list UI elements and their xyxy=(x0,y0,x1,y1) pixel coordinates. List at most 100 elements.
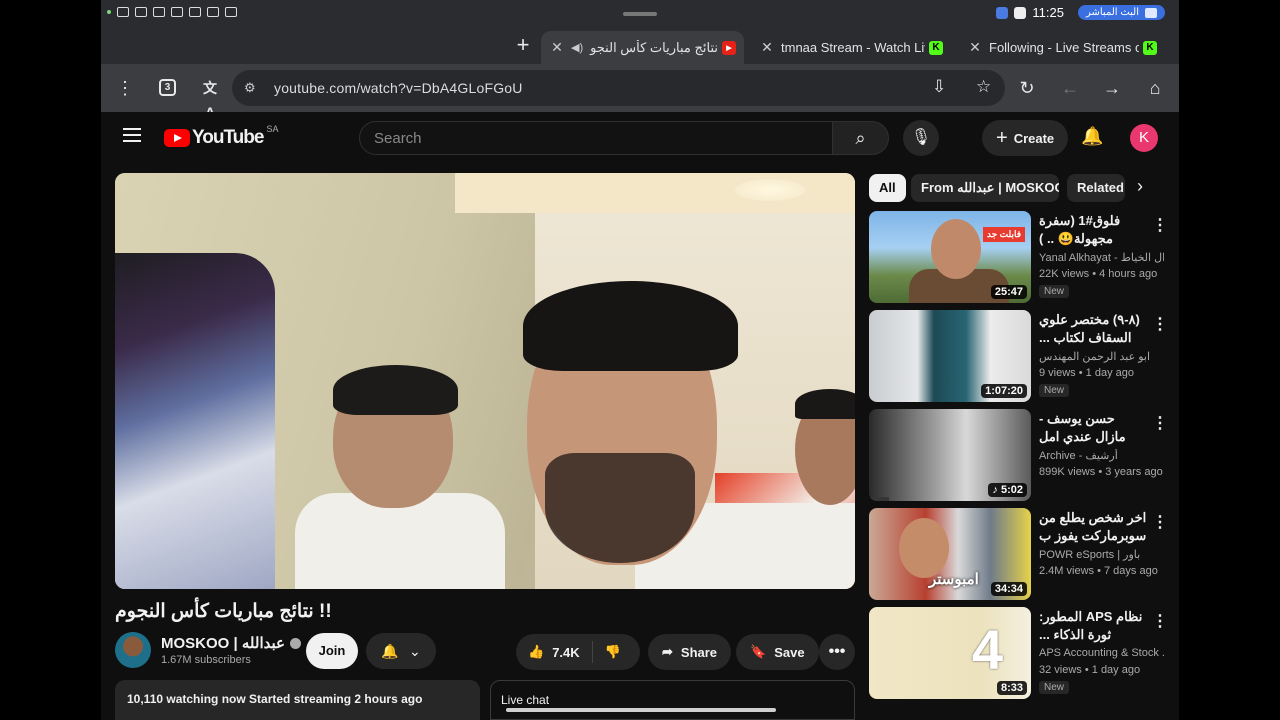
tab-tmnaa[interactable]: ✕ tmnaa Stream - Watch Live K xyxy=(751,31,951,64)
recommendation-title[interactable]: نظام APS المطور: ثورة الذكاء ... xyxy=(1039,608,1147,644)
recommendation-item[interactable]: 1:07:20 (٨-٩) مختصر علوي السقاف لكتاب ..… xyxy=(869,310,1169,402)
indicator-dot-icon xyxy=(107,10,111,14)
voice-search-button[interactable]: 🎙 xyxy=(903,120,939,156)
tab-switcher-button[interactable]: 3 xyxy=(156,76,180,100)
site-settings-icon[interactable]: ⚙ xyxy=(244,80,256,96)
live-broadcast-pill[interactable]: البث المباشر xyxy=(1077,5,1165,20)
back-arrow-icon[interactable]: ← xyxy=(1058,76,1082,100)
recommendation-title[interactable]: حسن يوسف - مازال عندي امل xyxy=(1039,410,1147,446)
chip-from-channel[interactable]: From عبدالله | MOSKOO xyxy=(911,174,1059,202)
close-tab-icon[interactable]: ✕ xyxy=(549,39,565,56)
more-vertical-icon[interactable]: ⋮ xyxy=(1152,611,1168,631)
speaker-icon[interactable]: ◀) xyxy=(571,41,583,54)
live-chat-label: Live chat xyxy=(501,693,550,707)
subscriber-count: 1.67M subscribers xyxy=(161,654,251,666)
address-bar[interactable]: ⚙ youtube.com/watch?v=DbA4GLoFGoU ⇩ ☆ xyxy=(232,70,1005,106)
duration-badge: 1:07:20 xyxy=(981,384,1027,398)
recommendation-meta: 9 views • 1 day ago xyxy=(1039,367,1134,379)
create-button[interactable]: + Create xyxy=(982,120,1069,156)
gesture-nav-handle[interactable] xyxy=(506,708,776,712)
tab-count: 3 xyxy=(159,79,176,96)
recommendation-channel[interactable]: Yanal Alkhayat - ال الخياط xyxy=(1039,251,1164,264)
translate-icon[interactable]: 文A xyxy=(198,76,222,120)
video-title: نتائج مباريات كأس النجوم !! xyxy=(115,601,332,622)
recommendation-title[interactable]: فلوق#1 (سفرة مجهولة😃 .. ) xyxy=(1039,212,1147,248)
search-button[interactable]: ⌕ xyxy=(833,121,889,155)
install-app-icon[interactable]: ⇩ xyxy=(932,77,946,97)
bookmark-icon: 🔖 xyxy=(750,644,767,659)
channel-name-row[interactable]: MOSKOO | عبدالله xyxy=(161,634,301,652)
watching-info: 10,110 watching now Started streaming 2 … xyxy=(127,692,423,706)
tab-following[interactable]: ✕ Following - Live Streams on K xyxy=(959,31,1165,64)
account-avatar[interactable]: K xyxy=(1130,124,1158,152)
share-button[interactable]: ➦ Share xyxy=(648,634,732,670)
url-text[interactable]: youtube.com/watch?v=DbA4GLoFGoU xyxy=(274,80,523,96)
reload-icon[interactable]: ↻ xyxy=(1015,76,1039,100)
more-vertical-icon[interactable]: ⋮ xyxy=(1152,314,1168,334)
chip-related[interactable]: Related xyxy=(1067,174,1125,202)
video-thumbnail[interactable]: فابلت جد 25:47 xyxy=(869,211,1031,303)
bell-icon: 🔔 xyxy=(381,642,399,659)
recommendation-item[interactable]: فابلت جد 25:47 فلوق#1 (سفرة مجهولة😃 .. ) … xyxy=(869,211,1169,303)
recommendation-item[interactable]: ♪ 5:02 حسن يوسف - مازال عندي امل Archive… xyxy=(869,409,1169,501)
recommendation-meta: 899K views • 3 years ago xyxy=(1039,466,1163,478)
kick-favicon-icon: K xyxy=(929,40,943,55)
recommendation-meta: 22K views • 4 hours ago xyxy=(1039,268,1158,280)
system-status-bar: 11:25 البث المباشر xyxy=(101,0,1179,28)
like-count: 7.4K xyxy=(552,644,580,660)
notifications-bell-icon[interactable]: 🔔 xyxy=(1081,126,1103,147)
duration-badge: 8:33 xyxy=(996,681,1027,695)
channel-name[interactable]: MOSKOO | عبدالله xyxy=(161,635,285,652)
close-tab-icon[interactable]: ✕ xyxy=(759,39,775,56)
window-drag-handle[interactable] xyxy=(623,12,657,16)
recommendation-item[interactable]: 4 8:33 نظام APS المطور: ثورة الذكاء ... A… xyxy=(869,607,1169,699)
more-vertical-icon[interactable]: ⋮ xyxy=(1152,413,1168,433)
recommendation-channel[interactable]: ابو عبد الرحمن المهندس xyxy=(1039,350,1164,363)
tab-title: tmnaa Stream - Watch Live xyxy=(781,40,925,55)
recommendation-item[interactable]: امبوستر 34:34 اخر شخص يطلع من سوبرماركت ي… xyxy=(869,508,1169,600)
thumbs-up-icon: 👍 xyxy=(528,644,545,659)
save-button[interactable]: 🔖 Save xyxy=(736,634,819,670)
home-icon[interactable]: ⌂ xyxy=(1143,76,1167,100)
description-box[interactable]: 10,110 watching now Started streaming 2 … xyxy=(115,680,480,720)
video-thumbnail[interactable]: ♪ 5:02 xyxy=(869,409,1031,501)
video-thumbnail[interactable]: 4 8:33 xyxy=(869,607,1031,699)
watch-progress-bar xyxy=(869,497,889,501)
tab-youtube[interactable]: ✕ ◀) نتائج مباريات كأس النجوم !! - YouTu… xyxy=(541,31,744,64)
join-button[interactable]: Join xyxy=(306,633,358,669)
clock: 11:25 xyxy=(1032,5,1064,20)
new-tab-button[interactable]: + xyxy=(511,34,535,58)
channel-avatar[interactable] xyxy=(115,632,151,668)
menu-kebab-icon[interactable]: ⋮ xyxy=(113,76,137,100)
recommendation-title[interactable]: اخر شخص يطلع من سوبرماركت يفوز ب ... xyxy=(1039,509,1147,545)
dislike-button[interactable]: 👎 xyxy=(593,644,633,660)
kick-favicon-icon: K xyxy=(1143,40,1157,55)
chevron-right-icon[interactable]: › xyxy=(1137,176,1143,197)
more-vertical-icon[interactable]: ⋮ xyxy=(1152,512,1168,532)
guide-menu-icon[interactable] xyxy=(123,128,141,142)
more-actions-button[interactable]: ••• xyxy=(819,634,855,670)
recommendation-channel[interactable]: POWR eSports | باور xyxy=(1039,548,1164,561)
screen-icon xyxy=(225,7,237,17)
share-icon: ➦ xyxy=(662,644,673,659)
chip-all[interactable]: All xyxy=(869,174,906,202)
microphone-icon: 🎙 xyxy=(910,129,932,146)
recommendation-channel[interactable]: Archive - أرشيف xyxy=(1039,449,1164,462)
live-chat-panel[interactable]: Live chat xyxy=(490,680,855,720)
video-thumbnail[interactable]: 1:07:20 xyxy=(869,310,1031,402)
bookmark-star-icon[interactable]: ☆ xyxy=(976,77,991,97)
video-thumbnail[interactable]: امبوستر 34:34 xyxy=(869,508,1031,600)
youtube-logo[interactable]: YouTube SA xyxy=(164,124,278,149)
more-vertical-icon[interactable]: ⋮ xyxy=(1152,215,1168,235)
search-input[interactable]: Search xyxy=(359,121,833,155)
recommendation-meta: 32 views • 1 day ago xyxy=(1039,664,1141,676)
forward-arrow-icon[interactable]: → xyxy=(1100,76,1124,100)
close-tab-icon[interactable]: ✕ xyxy=(967,39,983,56)
recommendation-channel[interactable]: APS Accounting & Stock ... xyxy=(1039,647,1164,659)
recommendation-title[interactable]: (٨-٩) مختصر علوي السقاف لكتاب ... xyxy=(1039,311,1147,347)
like-button[interactable]: 👍 7.4K xyxy=(516,641,593,663)
browser-toolbar: ⋮ 3 文A ⚙ youtube.com/watch?v=DbA4GLoFGoU… xyxy=(101,64,1179,120)
subscription-bell-dropdown[interactable]: 🔔 ⌄ xyxy=(366,633,436,669)
thumbs-down-icon: 👎 xyxy=(604,644,621,659)
video-player[interactable] xyxy=(115,173,855,589)
